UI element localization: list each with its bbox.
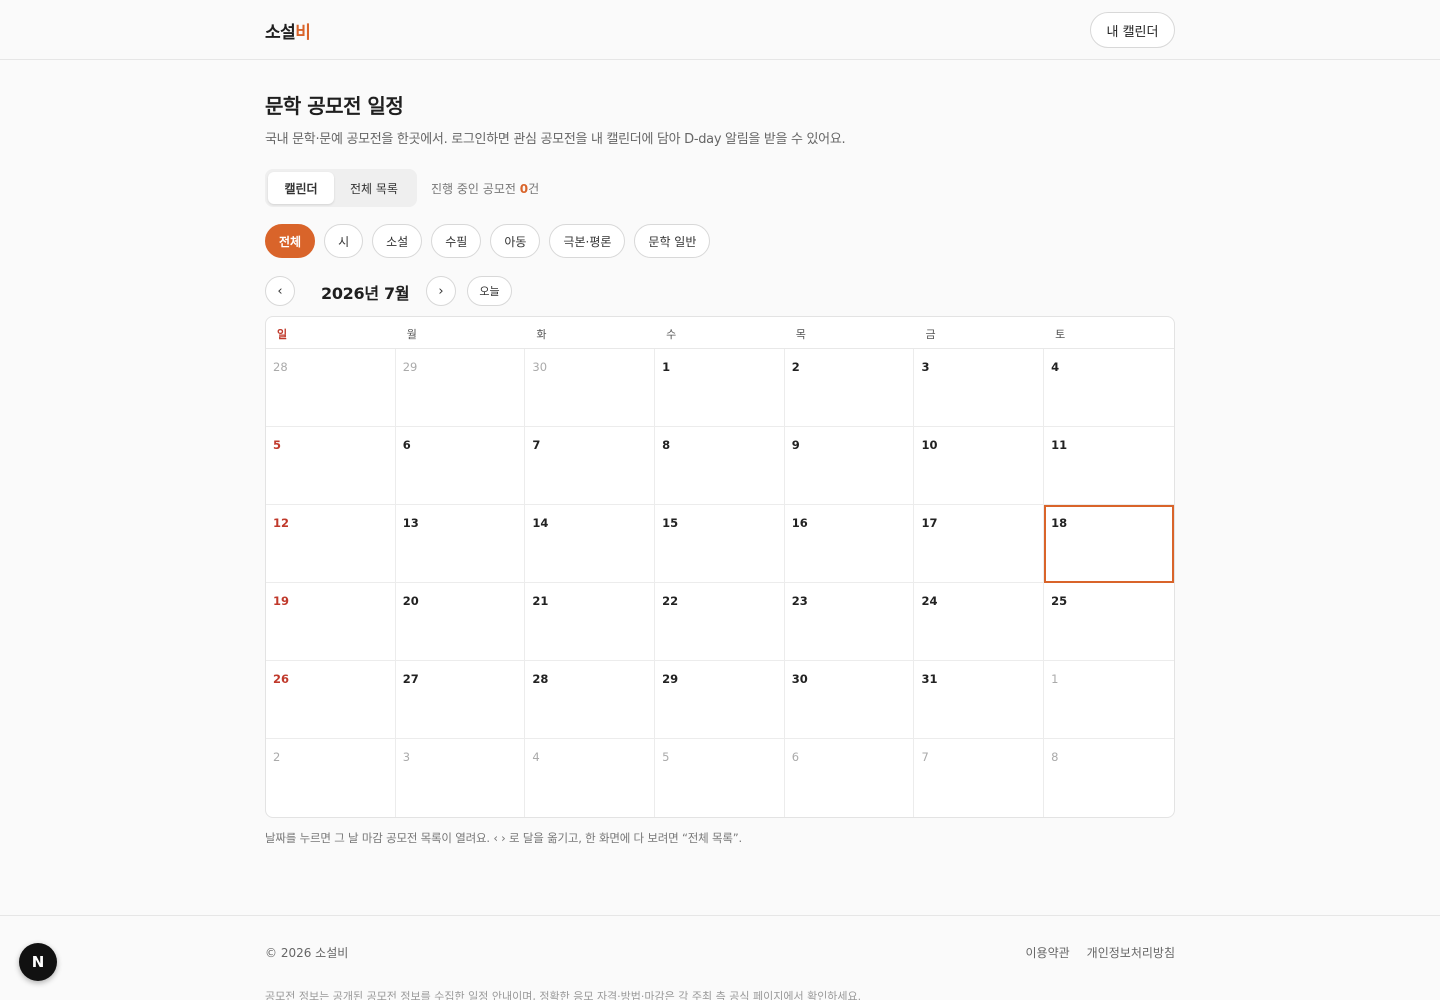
calendar-day[interactable]: 19 bbox=[266, 583, 396, 661]
calendar-weeks: 28 29 30 1 2 3 4 5 6 7 8 9 10 11 12 13 14 15 16 17 18 19 20 21 2… bbox=[266, 349, 1174, 817]
ongoing-count-text: 진행 중인 공모전 0건 bbox=[431, 180, 539, 197]
calendar-hint: 날짜를 누르면 그 날 마감 공모전 목록이 열려요. ‹ › 로 달을 옮기고… bbox=[265, 831, 742, 845]
ongoing-count: 0 bbox=[519, 182, 529, 196]
calendar-week-row: 28 29 30 1 2 3 4 bbox=[266, 349, 1174, 427]
ongoing-prefix: 진행 중인 공모전 bbox=[431, 182, 520, 196]
weekday-mon: 월 bbox=[406, 328, 417, 341]
logo-accent-text: 비 bbox=[295, 23, 311, 43]
calendar-grid: 일 월 화 수 목 금 토 28 29 30 1 2 3 4 5 6 7 8 9 10 11 12 13 14 1… bbox=[265, 316, 1175, 818]
calendar-day[interactable]: 8 bbox=[655, 427, 785, 505]
month-navigation: ‹ 2026년 7월 › 오늘 bbox=[265, 276, 565, 306]
calendar-day[interactable]: 10 bbox=[914, 427, 1045, 505]
calendar-week-row: 26 27 28 29 30 31 1 bbox=[266, 661, 1174, 739]
calendar-day[interactable]: 2 bbox=[266, 739, 396, 817]
calendar-day[interactable]: 6 bbox=[396, 427, 526, 505]
calendar-day[interactable]: 7 bbox=[525, 427, 656, 505]
calendar-day[interactable]: 6 bbox=[785, 739, 915, 817]
calendar-day[interactable]: 16 bbox=[785, 505, 915, 583]
calendar-day[interactable]: 4 bbox=[525, 739, 656, 817]
weekday-sun: 일 bbox=[277, 328, 288, 341]
copyright-text: © 2026 소설비 bbox=[265, 946, 349, 960]
today-button[interactable]: 오늘 bbox=[467, 276, 512, 306]
tab-calendar[interactable]: 캘린더 bbox=[268, 172, 334, 204]
calendar-day[interactable]: 4 bbox=[1044, 349, 1174, 427]
calendar-day[interactable]: 3 bbox=[396, 739, 526, 817]
calendar-day[interactable]: 2 bbox=[785, 349, 915, 427]
calendar-day[interactable]: 28 bbox=[525, 661, 656, 739]
filter-poetry[interactable]: 시 bbox=[324, 224, 364, 258]
privacy-link[interactable]: 개인정보처리방침 bbox=[1087, 944, 1175, 961]
calendar-day[interactable]: 29 bbox=[396, 349, 526, 427]
calendar-day-today[interactable]: 18 bbox=[1044, 505, 1174, 583]
disclaimer-text: 공모전 정보는 공개된 공모전 정보를 수집한 일정 안내이며, 정확한 응모 … bbox=[265, 990, 862, 1000]
site-logo[interactable]: 소설비 bbox=[265, 18, 311, 43]
calendar-day[interactable]: 26 bbox=[266, 661, 396, 739]
nextjs-badge[interactable]: N bbox=[19, 943, 57, 981]
next-month-button[interactable]: › bbox=[426, 276, 456, 306]
calendar-day[interactable]: 20 bbox=[396, 583, 526, 661]
footer-links: 이용약관 개인정보처리방침 bbox=[1026, 944, 1176, 961]
calendar-day[interactable]: 8 bbox=[1044, 739, 1174, 817]
site-footer: © 2026 소설비 이용약관 개인정보처리방침 공모전 정보는 공개된 공모전… bbox=[0, 915, 1440, 1000]
calendar-day[interactable]: 21 bbox=[525, 583, 656, 661]
view-toggle: 캘린더 전체 목록 bbox=[265, 169, 417, 207]
calendar-week-row: 5 6 7 8 9 10 11 bbox=[266, 427, 1174, 505]
weekday-header: 일 월 화 수 목 금 토 bbox=[266, 317, 1174, 349]
terms-link[interactable]: 이용약관 bbox=[1026, 944, 1070, 961]
filter-general-literature[interactable]: 문학 일반 bbox=[634, 224, 711, 258]
filter-children[interactable]: 아동 bbox=[490, 224, 541, 258]
weekday-fri: 금 bbox=[925, 328, 936, 341]
calendar-day[interactable]: 1 bbox=[1044, 661, 1174, 739]
weekday-wed: 수 bbox=[666, 328, 677, 341]
calendar-day[interactable]: 11 bbox=[1044, 427, 1174, 505]
calendar-day[interactable]: 5 bbox=[266, 427, 396, 505]
calendar-day[interactable]: 1 bbox=[655, 349, 785, 427]
month-label: 2026년 7월 bbox=[321, 284, 410, 303]
calendar-day[interactable]: 13 bbox=[396, 505, 526, 583]
prev-month-button[interactable]: ‹ bbox=[265, 276, 295, 306]
calendar-day[interactable]: 22 bbox=[655, 583, 785, 661]
calendar-day[interactable]: 9 bbox=[785, 427, 915, 505]
calendar-day[interactable]: 17 bbox=[914, 505, 1045, 583]
filter-script-criticism[interactable]: 극본·평론 bbox=[549, 224, 626, 258]
filter-all[interactable]: 전체 bbox=[265, 224, 316, 258]
calendar-day[interactable]: 7 bbox=[914, 739, 1045, 817]
tab-full-list[interactable]: 전체 목록 bbox=[334, 172, 414, 204]
weekday-sat: 토 bbox=[1055, 328, 1066, 341]
weekday-tue: 화 bbox=[536, 328, 547, 341]
logo-text: 소설 bbox=[265, 23, 296, 43]
calendar-day[interactable]: 24 bbox=[914, 583, 1045, 661]
weekday-thu: 목 bbox=[795, 328, 806, 341]
calendar-day[interactable]: 29 bbox=[655, 661, 785, 739]
my-calendar-button[interactable]: 내 캘린더 bbox=[1090, 12, 1175, 48]
filter-novel[interactable]: 소설 bbox=[372, 224, 423, 258]
calendar-day[interactable]: 3 bbox=[914, 349, 1045, 427]
calendar-day[interactable]: 30 bbox=[525, 349, 656, 427]
calendar-day[interactable]: 14 bbox=[525, 505, 656, 583]
calendar-day[interactable]: 23 bbox=[785, 583, 915, 661]
calendar-day[interactable]: 5 bbox=[655, 739, 785, 817]
calendar-day[interactable]: 12 bbox=[266, 505, 396, 583]
site-header: 소설비 내 캘린더 bbox=[0, 0, 1440, 60]
genre-filters: 전체 시 소설 수필 아동 극본·평론 문학 일반 bbox=[265, 224, 711, 258]
calendar-day[interactable]: 27 bbox=[396, 661, 526, 739]
page-description: 국내 문학·문예 공모전을 한곳에서. 로그인하면 관심 공모전을 내 캘린더에… bbox=[265, 132, 846, 147]
filter-essay[interactable]: 수필 bbox=[431, 224, 482, 258]
calendar-week-row: 19 20 21 22 23 24 25 bbox=[266, 583, 1174, 661]
calendar-day[interactable]: 25 bbox=[1044, 583, 1174, 661]
ongoing-suffix: 건 bbox=[528, 182, 540, 196]
calendar-week-row: 2345678 bbox=[266, 739, 1174, 817]
calendar-day[interactable]: 15 bbox=[655, 505, 785, 583]
calendar-day[interactable]: 30 bbox=[785, 661, 915, 739]
calendar-day[interactable]: 31 bbox=[914, 661, 1045, 739]
calendar-day[interactable]: 28 bbox=[266, 349, 396, 427]
calendar-week-row: 12 13 14 15 16 17 18 bbox=[266, 505, 1174, 583]
page-title: 문학 공모전 일정 bbox=[265, 94, 404, 118]
